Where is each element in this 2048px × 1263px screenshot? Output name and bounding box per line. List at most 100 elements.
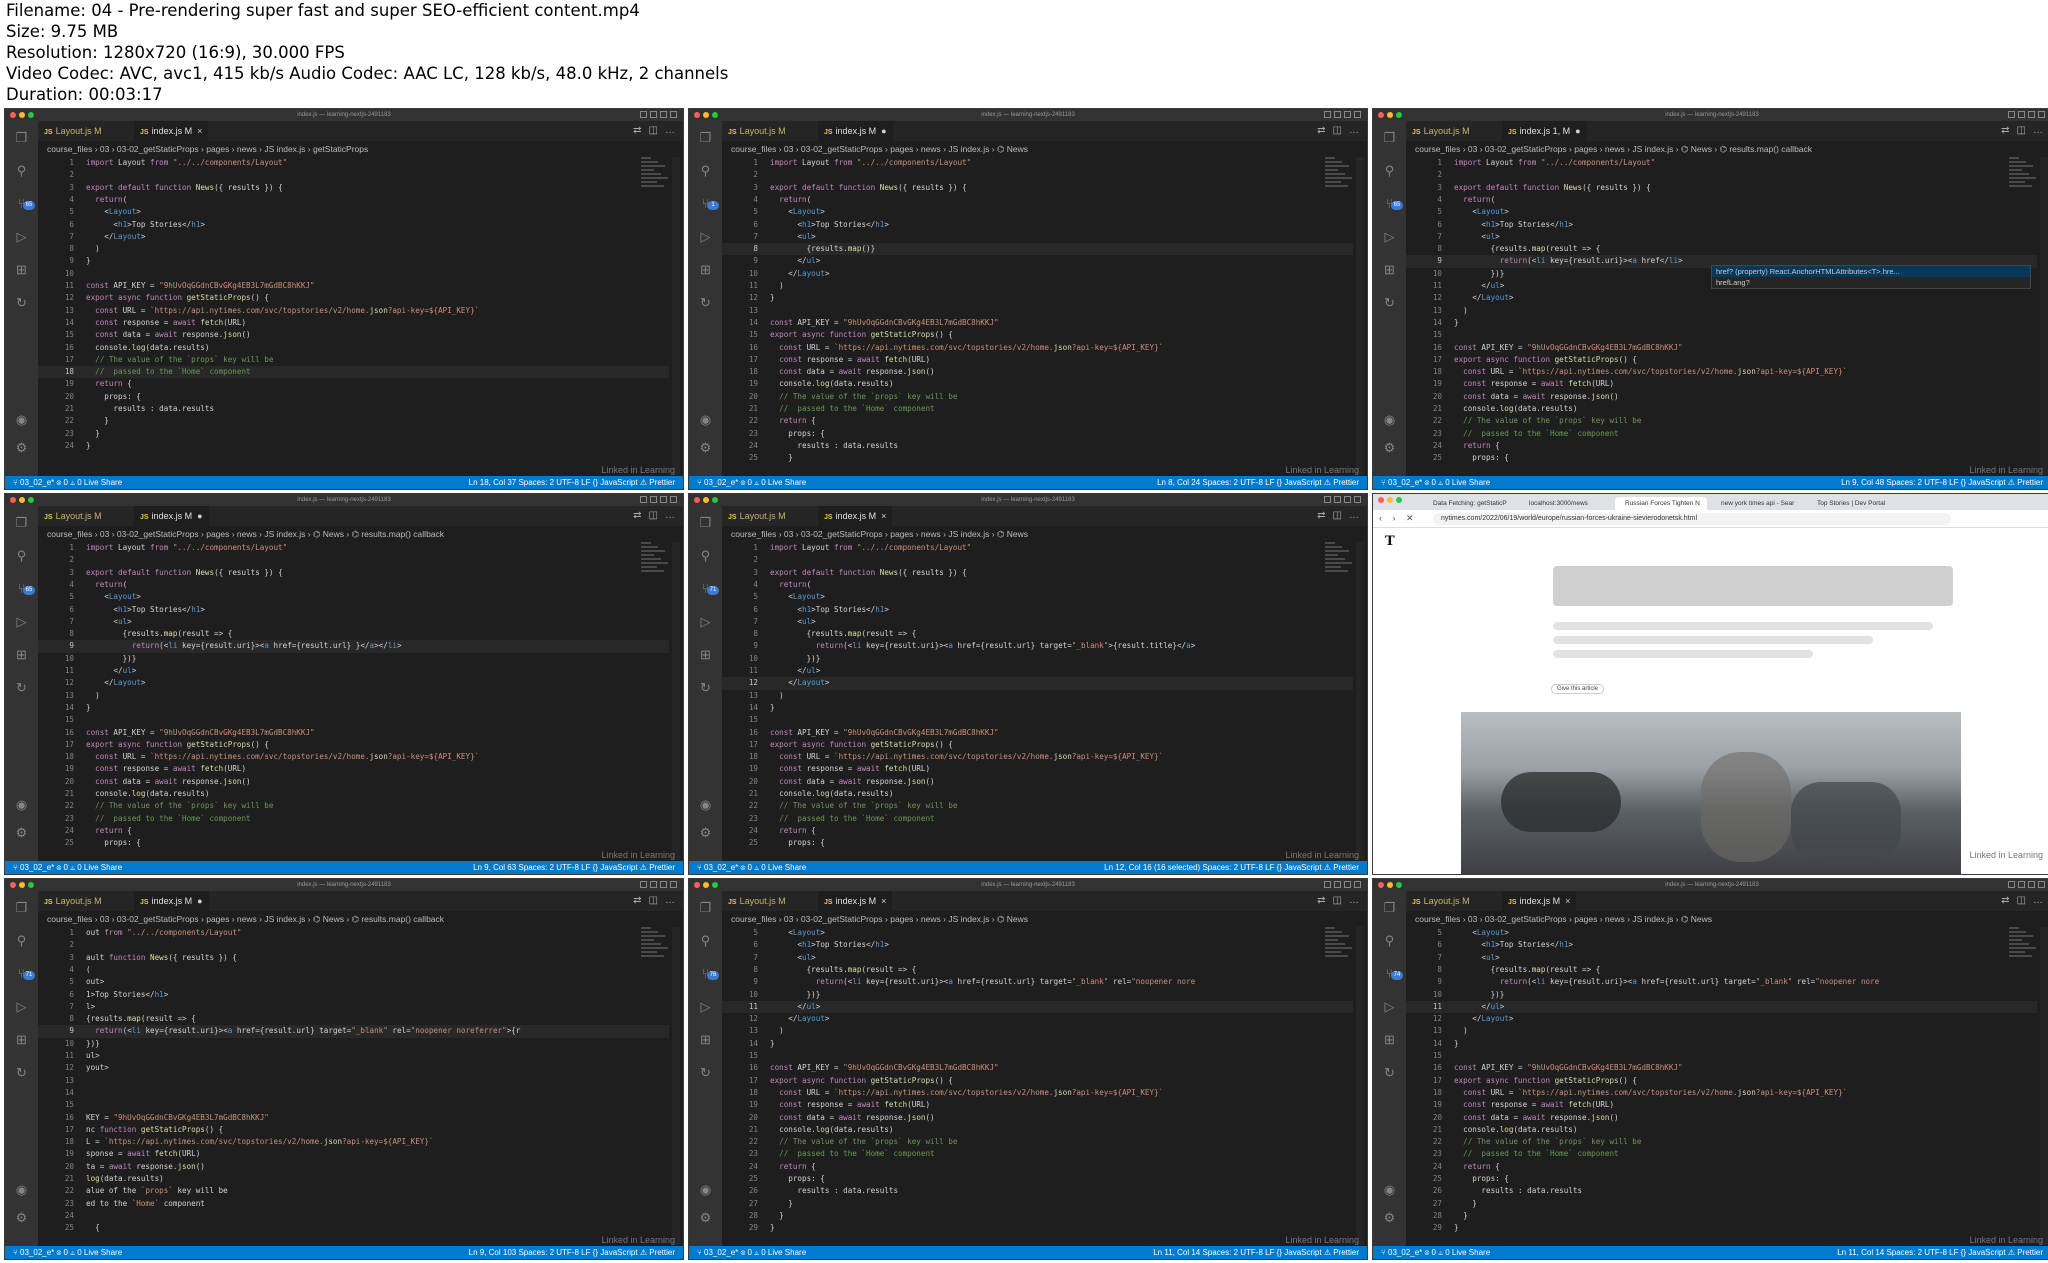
- run-debug-icon[interactable]: ▷: [1381, 998, 1398, 1015]
- tab-index-js[interactable]: JS index.js M ●: [818, 121, 893, 141]
- browser-tab[interactable]: Top Stories | Dev Portal: [1807, 497, 1899, 510]
- compare-icon[interactable]: ⇄: [1317, 125, 1325, 137]
- tab-layout-js[interactable]: JS Layout.js M: [38, 891, 108, 911]
- tab-index-js[interactable]: JS index.js M ×: [134, 121, 209, 141]
- status-right[interactable]: Ln 9, Col 103 Spaces: 2 UTF-8 LF {} Java…: [469, 1246, 675, 1259]
- live-share-icon[interactable]: ↻: [1381, 1064, 1398, 1081]
- more-actions-icon[interactable]: …: [1349, 510, 1359, 522]
- extensions-icon[interactable]: ⊞: [1381, 261, 1398, 278]
- extensions-icon[interactable]: ⊞: [13, 1031, 30, 1048]
- window-button[interactable]: [1378, 497, 1384, 503]
- layout-toggle-icon[interactable]: [640, 881, 647, 888]
- status-right[interactable]: Ln 11, Col 14 Spaces: 2 UTF-8 LF {} Java…: [1153, 1246, 1359, 1259]
- minimap[interactable]: [1325, 542, 1353, 582]
- search-icon[interactable]: ⚲: [697, 162, 714, 179]
- layout-toggle-icon[interactable]: [1354, 881, 1361, 888]
- compare-icon[interactable]: ⇄: [633, 125, 641, 137]
- live-share-icon[interactable]: ↻: [1381, 294, 1398, 311]
- status-left[interactable]: ⑂ 03_02_e* ⊗ 0 ⚠ 0 Live Share: [1381, 476, 1490, 489]
- tab-index-js[interactable]: JS index.js M ×: [1502, 891, 1577, 911]
- code-editor[interactable]: 5 <Layout> 6 <h1>Top Stories</h1> 7 <ul> 8 …: [722, 927, 1353, 1245]
- search-icon[interactable]: ⚲: [13, 932, 30, 949]
- code-editor[interactable]: 1 import Layout from "../../components/La…: [1406, 157, 2037, 475]
- gear-icon[interactable]: ⚙: [1381, 1209, 1398, 1226]
- accounts-icon[interactable]: ◉: [697, 1181, 714, 1198]
- vertical-scrollbar[interactable]: [2040, 157, 2048, 475]
- status-right[interactable]: Ln 18, Col 37 Spaces: 2 UTF-8 LF {} Java…: [469, 476, 675, 489]
- layout-toggle-icon[interactable]: [1344, 496, 1351, 503]
- split-editor-icon[interactable]: ◫: [649, 895, 658, 907]
- status-left[interactable]: ⑂ 03_02_e* ⊗ 0 ⚠ 0 Live Share: [697, 861, 806, 874]
- give-article-button[interactable]: Give this article: [1551, 684, 1605, 694]
- code-editor[interactable]: 1 import Layout from "../../components/La…: [38, 542, 669, 860]
- compare-icon[interactable]: ⇄: [633, 895, 641, 907]
- breadcrumb[interactable]: course_files › 03 › 03-02_getStaticProps…: [1415, 913, 2041, 925]
- vertical-scrollbar[interactable]: [1356, 927, 1364, 1245]
- tab-layout-js[interactable]: JS Layout.js M: [722, 891, 792, 911]
- extensions-icon[interactable]: ⊞: [13, 261, 30, 278]
- search-icon[interactable]: ⚲: [13, 547, 30, 564]
- gear-icon[interactable]: ⚙: [1381, 439, 1398, 456]
- compare-icon[interactable]: ⇄: [2001, 125, 2009, 137]
- minimap[interactable]: [641, 157, 669, 197]
- tab-layout-js[interactable]: JS Layout.js M: [38, 506, 108, 526]
- compare-icon[interactable]: ⇄: [1317, 510, 1325, 522]
- more-actions-icon[interactable]: …: [2033, 895, 2043, 907]
- split-editor-icon[interactable]: ◫: [649, 510, 658, 522]
- tab-index-js[interactable]: JS index.js 1, M ●: [1502, 121, 1587, 141]
- vertical-scrollbar[interactable]: [1356, 157, 1364, 475]
- files-icon[interactable]: ❐: [13, 514, 30, 531]
- breadcrumb[interactable]: course_files › 03 › 03-02_getStaticProps…: [731, 913, 1357, 925]
- run-debug-icon[interactable]: ▷: [697, 613, 714, 630]
- files-icon[interactable]: ❐: [697, 514, 714, 531]
- live-share-icon[interactable]: ↻: [697, 294, 714, 311]
- gear-icon[interactable]: ⚙: [13, 439, 30, 456]
- compare-icon[interactable]: ⇄: [2001, 895, 2009, 907]
- status-right[interactable]: Ln 11, Col 14 Spaces: 2 UTF-8 LF {} Java…: [1837, 1246, 2043, 1259]
- unsaved-dot-icon[interactable]: ●: [197, 896, 202, 906]
- live-share-icon[interactable]: ↻: [697, 679, 714, 696]
- code-editor[interactable]: 1 import Layout from "../../components/La…: [38, 157, 669, 475]
- code-editor[interactable]: 5 <Layout> 6 <h1>Top Stories</h1> 7 <ul> 8 …: [1406, 927, 2037, 1245]
- status-right[interactable]: Ln 9, Col 48 Spaces: 2 UTF-8 LF {} JavaS…: [1841, 476, 2043, 489]
- accounts-icon[interactable]: ◉: [13, 411, 30, 428]
- extensions-icon[interactable]: ⊞: [1381, 1031, 1398, 1048]
- compare-icon[interactable]: ⇄: [1317, 895, 1325, 907]
- layout-toggle-icon[interactable]: [650, 496, 657, 503]
- close-tab-icon[interactable]: ×: [1565, 896, 1570, 906]
- layout-toggle-icon[interactable]: [660, 881, 667, 888]
- layout-toggle-icon[interactable]: [670, 496, 677, 503]
- close-tab-icon[interactable]: ×: [881, 511, 886, 521]
- split-editor-icon[interactable]: ◫: [2017, 895, 2026, 907]
- run-debug-icon[interactable]: ▷: [13, 998, 30, 1015]
- unsaved-dot-icon[interactable]: ●: [197, 511, 202, 521]
- layout-toggle-icon[interactable]: [1324, 881, 1331, 888]
- layout-toggle-icon[interactable]: [2018, 111, 2025, 118]
- layout-toggle-icon[interactable]: [2038, 111, 2045, 118]
- browser-tab[interactable]: new york times api - Sear: [1711, 497, 1803, 510]
- breadcrumb[interactable]: course_files › 03 › 03-02_getStaticProps…: [47, 913, 673, 925]
- layout-toggle-icon[interactable]: [650, 881, 657, 888]
- layout-toggle-icon[interactable]: [1344, 881, 1351, 888]
- layout-toggle-icon[interactable]: [640, 111, 647, 118]
- run-debug-icon[interactable]: ▷: [1381, 228, 1398, 245]
- accounts-icon[interactable]: ◉: [13, 796, 30, 813]
- browser-tab[interactable]: Data Fetching: getStaticP: [1423, 497, 1515, 510]
- more-actions-icon[interactable]: …: [665, 895, 675, 907]
- minimap[interactable]: [1325, 927, 1353, 967]
- extensions-icon[interactable]: ⊞: [697, 1031, 714, 1048]
- search-icon[interactable]: ⚲: [1381, 162, 1398, 179]
- layout-toggle-icon[interactable]: [2018, 881, 2025, 888]
- autocomplete-popup[interactable]: href? (property) React.AnchorHTMLAttribu…: [1711, 265, 2031, 289]
- layout-toggle-icon[interactable]: [650, 111, 657, 118]
- window-button[interactable]: [1396, 497, 1402, 503]
- layout-toggle-icon[interactable]: [670, 111, 677, 118]
- gear-icon[interactable]: ⚙: [697, 824, 714, 841]
- extensions-icon[interactable]: ⊞: [13, 646, 30, 663]
- gear-icon[interactable]: ⚙: [13, 824, 30, 841]
- unsaved-dot-icon[interactable]: ●: [1575, 126, 1580, 136]
- live-share-icon[interactable]: ↻: [697, 1064, 714, 1081]
- tab-index-js[interactable]: JS index.js M ●: [134, 506, 209, 526]
- layout-toggle-icon[interactable]: [1324, 111, 1331, 118]
- accounts-icon[interactable]: ◉: [1381, 1181, 1398, 1198]
